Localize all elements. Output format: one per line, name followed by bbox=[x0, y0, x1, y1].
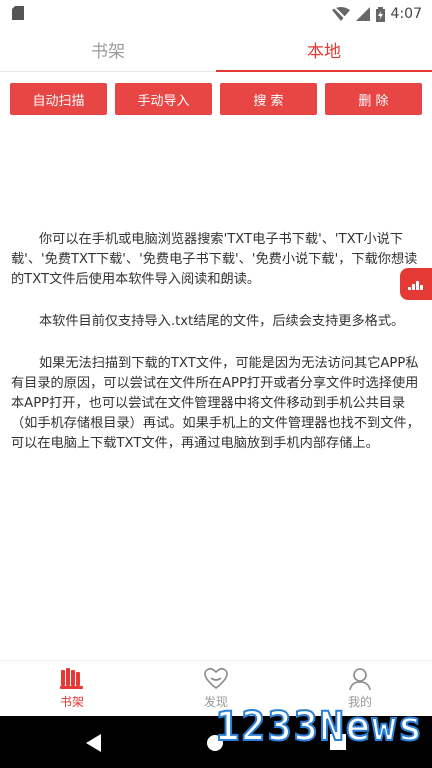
equalizer-icon bbox=[408, 281, 423, 290]
status-time: 4:07 bbox=[390, 6, 422, 22]
action-bar: 自动扫描 手动导入 搜 索 删 除 bbox=[10, 83, 422, 115]
help-paragraph-3: 如果无法扫描到下载的TXT文件，可能是因为无法访问其它APP私有目录的原因，可以… bbox=[11, 356, 420, 451]
sd-card-icon bbox=[12, 6, 24, 20]
back-icon[interactable] bbox=[86, 734, 102, 752]
nav-label-bookshelf: 书架 bbox=[59, 695, 84, 709]
tab-local[interactable]: 本地 bbox=[216, 28, 432, 72]
status-icons: 4:07 bbox=[331, 4, 422, 24]
help-paragraph-1: 你可以在手机或电脑浏览器搜索'TXT电子书下载'、'TXT小说下载'、'免费TX… bbox=[11, 232, 418, 287]
battery-icon bbox=[375, 6, 385, 22]
auto-scan-button[interactable]: 自动扫描 bbox=[10, 83, 107, 115]
profile-icon bbox=[349, 668, 371, 691]
watermark: 1233News bbox=[214, 703, 424, 751]
wifi-off-icon bbox=[331, 7, 350, 21]
status-bar: 4:07 bbox=[0, 0, 432, 28]
nav-item-bookshelf[interactable]: 书架 bbox=[0, 661, 144, 716]
top-tabs: 书架 本地 bbox=[0, 28, 432, 72]
signal-icon bbox=[355, 7, 370, 21]
tab-bookshelf[interactable]: 书架 bbox=[0, 28, 216, 71]
help-text: 你可以在手机或电脑浏览器搜索'TXT电子书下载'、'TXT小说下载'、'免费TX… bbox=[11, 230, 421, 476]
search-button[interactable]: 搜 索 bbox=[220, 83, 317, 115]
manual-import-button[interactable]: 手动导入 bbox=[115, 83, 212, 115]
delete-button[interactable]: 删 除 bbox=[325, 83, 422, 115]
help-paragraph-2: 本软件目前仅支持导入.txt结尾的文件，后续会支持更多格式。 bbox=[39, 314, 405, 329]
discover-icon bbox=[204, 667, 228, 690]
bookshelf-icon bbox=[60, 668, 83, 689]
floating-menu-button[interactable] bbox=[400, 268, 432, 300]
